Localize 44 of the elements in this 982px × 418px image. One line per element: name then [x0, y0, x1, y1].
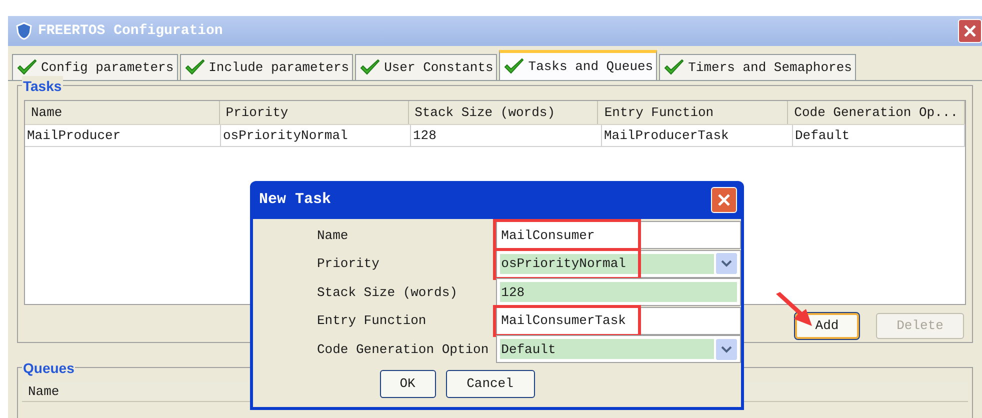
field-label: Stack Size (words) — [316, 284, 458, 302]
column-header[interactable]: Stack Size (words) — [408, 101, 598, 124]
field-label: Code Generation Option — [316, 340, 490, 358]
field-label: Name — [316, 226, 350, 244]
checkmark-icon — [184, 58, 206, 76]
ok-button[interactable]: OK — [380, 370, 436, 398]
input-field[interactable]: MailConsumerTask — [496, 306, 741, 335]
tab[interactable]: Config parameters — [12, 54, 178, 80]
field-label: Priority — [316, 255, 380, 273]
input-field[interactable]: MailConsumer — [496, 221, 741, 250]
close-icon — [717, 193, 731, 207]
shield-icon — [16, 22, 32, 40]
dialog-title: New Task — [259, 190, 332, 210]
checkmark-icon — [663, 58, 686, 76]
table-cell: osPriorityNormal — [221, 125, 411, 146]
column-header[interactable]: Name — [22, 382, 66, 401]
window-title: FREERTOS Configuration — [38, 22, 223, 40]
table-cell: MailProducer — [25, 125, 221, 146]
chevron-down-icon — [716, 338, 737, 360]
dropdown[interactable]: Default — [496, 335, 741, 364]
dropdown[interactable]: osPriorityNormal — [496, 250, 741, 278]
tab[interactable]: Timers and Semaphores — [659, 54, 856, 80]
table-cell: 128 — [411, 125, 602, 146]
close-button[interactable] — [958, 19, 982, 43]
table-cell: MailProducerTask — [602, 125, 793, 146]
arrow-drawing — [774, 292, 814, 328]
checkmark-icon — [503, 58, 526, 76]
cancel-button[interactable]: Cancel — [446, 370, 534, 398]
tab[interactable]: Tasks and Queues — [499, 50, 658, 80]
tab[interactable]: User Constants — [355, 54, 498, 80]
add-button[interactable]: Add — [795, 313, 859, 339]
tab[interactable]: Include parameters — [180, 54, 354, 80]
input-field[interactable]: 128 — [496, 278, 741, 306]
column-header[interactable]: Code Generation Op... — [788, 101, 965, 124]
column-header[interactable]: Priority — [220, 101, 409, 124]
column-header[interactable]: Name — [25, 101, 220, 124]
close-icon — [963, 24, 977, 38]
checkmark-icon — [359, 58, 382, 76]
field-label: Entry Function — [316, 312, 428, 330]
close-button[interactable] — [711, 187, 737, 213]
table-cell: Default — [793, 125, 965, 146]
column-header[interactable]: Entry Function — [598, 101, 788, 124]
chevron-down-icon — [716, 253, 737, 274]
checkmark-icon — [16, 58, 38, 76]
